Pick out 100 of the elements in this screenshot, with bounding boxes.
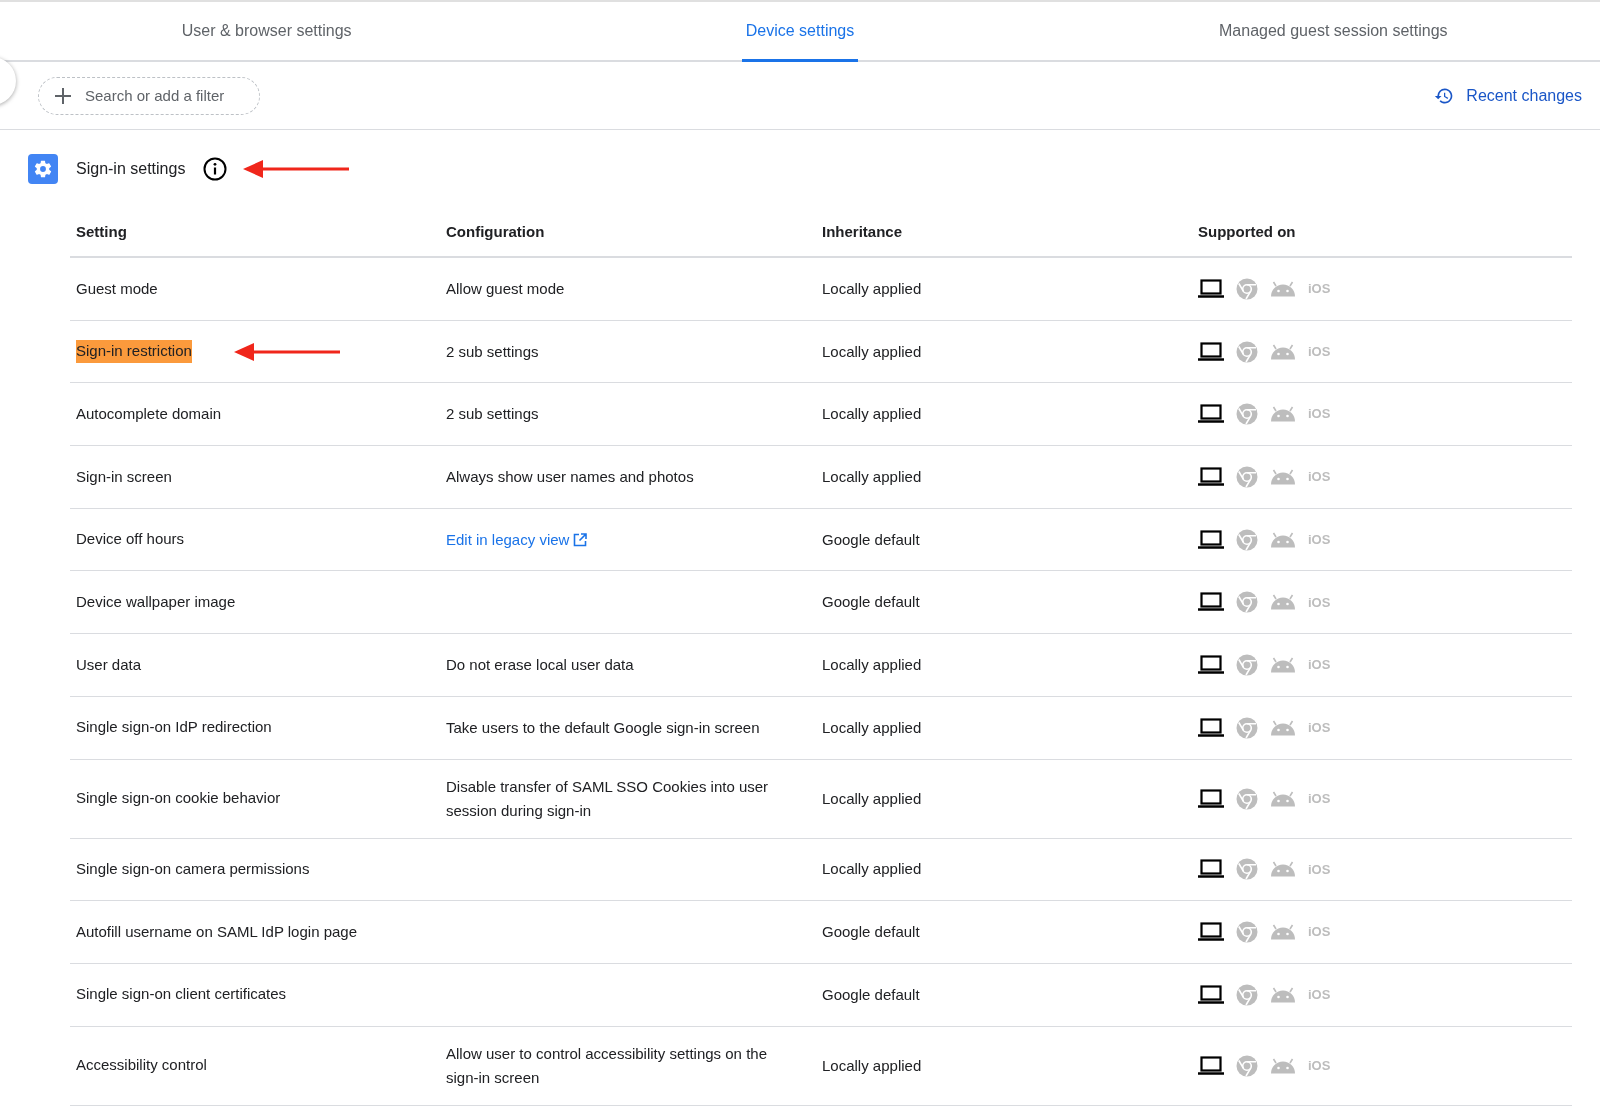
ios-label: iOS [1308, 342, 1331, 361]
inheritance-value: Locally applied [822, 1056, 922, 1074]
inheritance-value: Locally applied [822, 789, 922, 807]
column-header: Supported on [1197, 221, 1297, 242]
inheritance-value: Locally applied [822, 860, 922, 878]
ios-label: iOS [1308, 593, 1331, 612]
android-icon [1270, 861, 1296, 878]
inheritance-value: Locally applied [822, 405, 922, 423]
inheritance-value: Locally applied [822, 342, 922, 360]
android-icon [1270, 280, 1296, 297]
setting-name[interactable]: User data [76, 653, 142, 677]
column-header: Inheritance [821, 221, 904, 242]
ios-label: iOS [1308, 985, 1331, 1004]
configuration-value: Take users to the default Google sign-in screen [446, 717, 761, 738]
inheritance-value: Google default [822, 530, 920, 548]
setting-name[interactable]: Sign-in screen [76, 465, 172, 489]
setting-name[interactable]: Single sign-on cookie behavior [76, 787, 281, 810]
chrome-icon [1236, 528, 1258, 551]
chrome-icon [1236, 465, 1258, 488]
setting-name[interactable]: Single sign-on client certificates [76, 983, 287, 1006]
laptop-icon [1198, 654, 1224, 675]
legacy-view-link[interactable]: Edit in legacy view [446, 528, 588, 552]
chrome-icon [1236, 277, 1258, 300]
inheritance-value: Google default [822, 923, 920, 941]
ios-label: iOS [1308, 656, 1331, 675]
android-icon [1270, 1057, 1296, 1074]
recent-changes-link[interactable]: Recent changes [1434, 83, 1582, 108]
laptop-icon [1198, 788, 1224, 809]
section-title: Sign-in settings [76, 159, 186, 179]
chrome-icon [1236, 921, 1258, 944]
chrome-icon [1236, 858, 1258, 881]
laptop-icon [1198, 341, 1224, 362]
chrome-icon [1236, 716, 1258, 739]
setting-name[interactable]: Single sign-on camera permissions [76, 858, 310, 881]
setting-name[interactable]: Sign-in restriction [76, 340, 192, 363]
setting-name[interactable]: Single sign-on IdP redirection [76, 716, 272, 739]
laptop-icon [1198, 1055, 1224, 1076]
chrome-icon [1236, 591, 1258, 614]
configuration-value: Disable transfer of SAML SSO Cookies into user session during sign-in [446, 776, 770, 821]
chrome-icon [1236, 983, 1258, 1006]
ios-label: iOS [1308, 789, 1331, 808]
laptop-icon [1198, 859, 1224, 880]
android-icon [1270, 594, 1296, 611]
chrome-icon [1236, 653, 1258, 676]
inheritance-value: Locally applied [822, 718, 922, 736]
plus-icon [54, 86, 72, 105]
column-header: Configuration [445, 221, 546, 242]
ios-label: iOS [1308, 1056, 1331, 1075]
android-icon [1270, 719, 1296, 736]
configuration-value: 2 sub settings [446, 404, 540, 425]
ios-label: iOS [1308, 405, 1331, 424]
column-header: Setting [75, 221, 128, 242]
android-icon [1270, 343, 1296, 360]
setting-name[interactable]: Accessibility control [76, 1054, 207, 1077]
ios-label: iOS [1308, 860, 1331, 879]
android-icon [1270, 656, 1296, 673]
android-icon [1270, 986, 1296, 1003]
laptop-icon [1198, 466, 1224, 487]
laptop-icon [1198, 529, 1224, 550]
filter-field[interactable]: Search or add a filter [38, 76, 260, 115]
inheritance-value: Google default [822, 985, 920, 1003]
gear-icon [28, 154, 58, 184]
laptop-icon [1198, 717, 1224, 738]
configuration-value: Allow user to control accessibility settings on the sign-in screen [446, 1043, 768, 1088]
android-icon [1270, 468, 1296, 485]
setting-name[interactable]: Guest mode [76, 277, 158, 301]
inheritance-value: Locally applied [822, 467, 922, 485]
setting-name[interactable]: Autocomplete domain [76, 402, 222, 426]
ios-label: iOS [1308, 468, 1331, 487]
configuration-value: 2 sub settings [446, 341, 540, 362]
laptop-icon [1198, 922, 1224, 943]
setting-name[interactable]: Device off hours [76, 528, 185, 551]
ios-label: iOS [1308, 280, 1331, 299]
chrome-icon [1236, 340, 1258, 363]
android-icon [1270, 790, 1296, 807]
inheritance-value: Locally applied [822, 279, 922, 297]
setting-name[interactable]: Autofill username on SAML IdP login page [76, 920, 357, 944]
laptop-icon [1198, 278, 1224, 299]
ios-label: iOS [1308, 530, 1331, 549]
laptop-icon [1198, 984, 1224, 1005]
configuration-value: Always show user names and photos [446, 466, 695, 487]
inheritance-value: Locally applied [822, 655, 922, 673]
setting-name[interactable]: Device wallpaper image [76, 591, 236, 614]
info-icon[interactable] [203, 157, 228, 181]
android-icon [1270, 531, 1296, 548]
android-icon [1270, 924, 1296, 941]
chrome-icon [1236, 787, 1258, 810]
external-link-icon [573, 532, 588, 547]
tab[interactable]: Managed guest session settings [1066, 2, 1600, 60]
tab[interactable]: Device settings [533, 2, 1067, 60]
configuration-value: Allow guest mode [446, 278, 566, 299]
tab[interactable]: User & browser settings [0, 2, 534, 60]
inheritance-value: Google default [822, 593, 920, 611]
laptop-icon [1198, 592, 1224, 613]
ios-label: iOS [1308, 718, 1331, 737]
laptop-icon [1198, 404, 1224, 425]
configuration-value: Do not erase local user data [446, 654, 635, 675]
chrome-icon [1236, 1054, 1258, 1077]
chrome-icon [1236, 403, 1258, 426]
ios-label: iOS [1308, 923, 1331, 942]
